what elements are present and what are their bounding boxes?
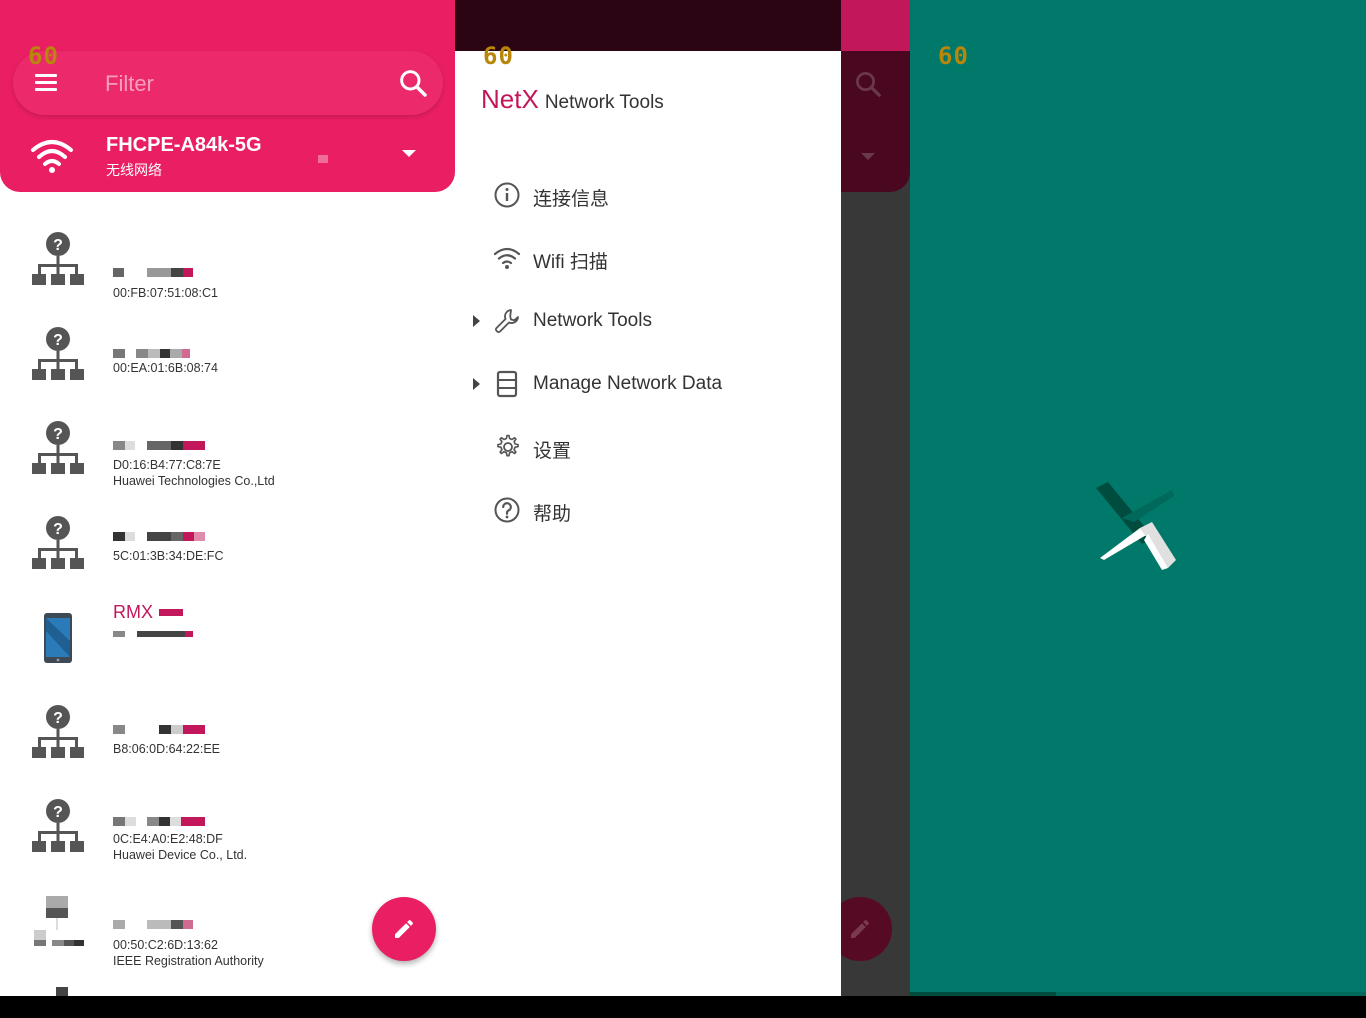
unknown-network-device-icon: ? [32, 705, 84, 758]
hamburger-menu-icon[interactable] [33, 71, 59, 95]
brand-subtitle: Network Tools [544, 92, 664, 113]
redacted-pixels [318, 155, 328, 163]
dimmed-status-bar [841, 0, 910, 51]
list-item[interactable]: ? 5C:01:3B:34:DE:FC [0, 516, 455, 596]
nav-item-label: Network Tools [533, 310, 652, 331]
svg-text:?: ? [53, 426, 63, 443]
nav-item-label: 连接信息 [533, 189, 610, 210]
pencil-icon [851, 919, 870, 938]
list-item[interactable]: ? 00:FB:07:51:08:C1 [0, 232, 455, 312]
search-icon[interactable] [397, 67, 429, 99]
svg-text:?: ? [53, 237, 63, 254]
app-brand: NetX Network Tools [481, 84, 664, 115]
network-header-card: 60 FHCPE-A84k-5G 无线网络 [0, 0, 455, 192]
nav-item-manage-network-data[interactable]: Manage Network Data [455, 361, 841, 411]
splash-screen: 60 [910, 0, 1366, 996]
svg-text:?: ? [53, 332, 63, 349]
nav-item-help[interactable]: 帮助 [455, 487, 841, 537]
device-vendor: Huawei Technologies Co.,Ltd [113, 474, 275, 488]
unknown-network-device-icon: ? [32, 421, 84, 474]
brand-name: NetX [481, 84, 539, 114]
pencil-icon [395, 919, 414, 938]
filter-input[interactable] [103, 61, 377, 107]
nav-item-connection-info[interactable]: 连接信息 [455, 172, 841, 222]
nav-item-label: Wifi 扫描 [533, 252, 608, 273]
device-mac: 00:50:C2:6D:13:62 [113, 938, 218, 952]
device-mac: 0C:E4:A0:E2:48:DF [113, 832, 223, 846]
edit-fab-button[interactable] [372, 897, 436, 961]
search-icon [856, 72, 881, 97]
device-vendor: Huawei Device Co., Ltd. [113, 848, 248, 862]
device-vendor: IEEE Registration Authority [113, 954, 264, 968]
unknown-network-device-icon: ? [32, 799, 84, 852]
fps-counter: 60 [28, 42, 59, 70]
list-item[interactable]: ? 0C:E4:A0:E2:48:DF Huawei Device Co., L… [0, 799, 455, 879]
list-item[interactable]: ? 00:EA:01:6B:08:74 [0, 327, 455, 407]
svg-text:?: ? [53, 710, 63, 727]
chevron-down-icon [861, 153, 875, 160]
nav-item-network-tools[interactable]: Network Tools [455, 298, 841, 348]
nav-item-label: Manage Network Data [533, 373, 723, 394]
unknown-network-device-icon: ? [32, 516, 84, 569]
netx-main-window: 60 FHCPE-A84k-5G 无线网络 ? 00:FB:07:51:08:C… [0, 0, 910, 996]
svg-text:?: ? [53, 804, 63, 821]
nav-item-settings[interactable]: 设置 [455, 424, 841, 474]
gear-icon [497, 434, 519, 457]
wifi-icon [493, 247, 521, 269]
wifi-signal-icon [31, 140, 73, 173]
search-bar[interactable] [13, 51, 443, 115]
unknown-network-device-icon: ? [32, 327, 84, 380]
nav-item-wifi-scan[interactable]: Wifi 扫描 [455, 235, 841, 285]
network-type: 无线网络 [106, 162, 162, 178]
help-icon [494, 497, 520, 523]
dimmed-search-bar [841, 51, 910, 192]
navigation-bar [0, 996, 1366, 1018]
network-ssid: FHCPE-A84k-5G [106, 134, 262, 156]
netx-logo-icon [1096, 482, 1176, 570]
expand-arrow-icon[interactable] [473, 378, 480, 390]
list-item[interactable]: ? B8:06:0D:64:22:EE [0, 705, 455, 785]
device-mac: D0:16:B4:77:C8:7E [113, 458, 221, 472]
list-item[interactable]: ? D0:16:B4:77:C8:7E Huawei Technologies … [0, 421, 455, 501]
fps-counter: 60 [483, 42, 514, 70]
expand-arrow-icon[interactable] [473, 315, 480, 327]
svg-text:?: ? [53, 521, 63, 538]
unknown-network-device-icon: ? [32, 232, 84, 285]
chevron-down-icon[interactable] [402, 150, 416, 157]
device-mac: 00:EA:01:6B:08:74 [113, 361, 218, 375]
nav-item-label: 设置 [533, 441, 572, 462]
wrench-icon [495, 309, 519, 333]
pixelated-device-icon [34, 896, 84, 946]
navigation-drawer: 60 NetX Network Tools 连接信息 Wifi 扫描 Networ… [455, 42, 841, 996]
list-item[interactable]: RMX [0, 602, 455, 687]
device-mac: 00:FB:07:51:08:C1 [113, 286, 218, 300]
nav-item-label: 帮助 [533, 504, 572, 525]
list-item-partial [56, 987, 68, 996]
info-icon [494, 182, 520, 208]
database-icon [496, 370, 518, 398]
device-mac: B8:06:0D:64:22:EE [113, 742, 221, 756]
fps-counter: 60 [938, 42, 969, 70]
phone-icon [44, 613, 72, 663]
device-name: RMX [113, 602, 153, 622]
device-mac: 5C:01:3B:34:DE:FC [113, 549, 224, 563]
